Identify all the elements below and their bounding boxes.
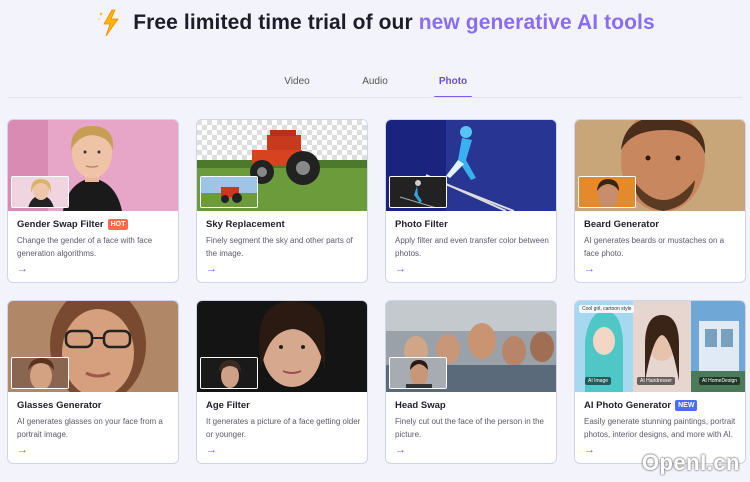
photo-filter-inset [389,176,447,208]
ai-photo-generator-image: Cool girl, cartoon style AI Image AI Hai… [575,301,745,392]
arrow-right-icon[interactable]: → [17,444,28,456]
card-description: Apply filter and even transfer color bet… [395,236,549,258]
card-title: Photo Filter [395,219,448,230]
card-title: Gender Swap Filter HOT [17,219,129,230]
tool-card-glasses-generator[interactable]: Glasses Generator AI generates glasses o… [7,300,179,464]
card-title: Beard Generator [584,219,659,230]
gender-swap-image [8,120,178,211]
age-filter-inset [200,357,258,389]
label-ai-image: AI Image [585,377,612,385]
category-tabs: Video Audio Photo [0,72,750,98]
hero-header: Free limited time trial of our new gener… [0,4,750,42]
card-description: It generates a picture of a face getting… [206,417,361,439]
label-ai-homedesign: AI HomeDesign [699,377,741,385]
card-description: Easily generate stunning paintings, port… [584,417,736,439]
tool-card-head-swap[interactable]: Head Swap Finely cut out the face of the… [385,300,557,464]
arrow-right-icon[interactable]: → [206,444,217,456]
card-description: AI generates beards or mustaches on a fa… [584,236,725,258]
sky-replacement-image [197,120,367,211]
card-title: AI Photo Generator NEW [584,400,698,411]
tab-audio[interactable]: Audio [336,72,414,98]
tab-video[interactable]: Video [258,72,336,98]
arrow-right-icon[interactable]: → [584,444,595,456]
arrow-right-icon[interactable]: → [17,263,28,275]
sky-replacement-inset [200,176,258,208]
head-swap-inset [389,357,447,389]
watermark: OpenI.cn [641,450,740,475]
gender-swap-inset [11,176,69,208]
arrow-right-icon[interactable]: → [584,263,595,275]
hot-badge: HOT [107,219,129,230]
beard-generator-inset [578,176,636,208]
card-title: Head Swap [395,400,446,411]
card-description: Finely cut out the face of the person in… [395,417,544,439]
page-title: Free limited time trial of our new gener… [133,11,655,34]
label-ai-hairdresser: AI Hairdresser [637,377,675,385]
tool-card-ai-photo-generator[interactable]: Cool girl, cartoon style AI Image AI Hai… [574,300,746,464]
beard-generator-image [575,120,745,211]
age-filter-image [197,301,367,392]
card-title: Sky Replacement [206,219,285,230]
prompt-chip: Cool girl, cartoon style [579,305,635,313]
tool-card-sky-replacement[interactable]: Sky Replacement Finely segment the sky a… [196,119,368,283]
lightning-bolt-icon [95,8,125,38]
tool-card-age-filter[interactable]: Age Filter It generates a picture of a f… [196,300,368,464]
photo-filter-image [386,120,556,211]
tabs-divider [8,97,742,98]
card-title: Age Filter [206,400,250,411]
tool-card-gender-swap[interactable]: Gender Swap Filter HOT Change the gender… [7,119,179,283]
card-description: AI generates glasses on your face from a… [17,417,163,439]
card-description: Finely segment the sky and other parts o… [206,236,353,258]
card-description: Change the gender of a face with face ge… [17,236,153,258]
arrow-right-icon[interactable]: → [395,444,406,456]
glasses-generator-image [8,301,178,392]
arrow-right-icon[interactable]: → [206,263,217,275]
card-title: Glasses Generator [17,400,102,411]
head-swap-image [386,301,556,392]
tab-photo[interactable]: Photo [414,72,492,98]
tool-card-beard-generator[interactable]: Beard Generator AI generates beards or m… [574,119,746,283]
new-badge: NEW [675,400,698,411]
tool-card-photo-filter[interactable]: Photo Filter Apply filter and even trans… [385,119,557,283]
arrow-right-icon[interactable]: → [395,263,406,275]
glasses-generator-inset [11,357,69,389]
